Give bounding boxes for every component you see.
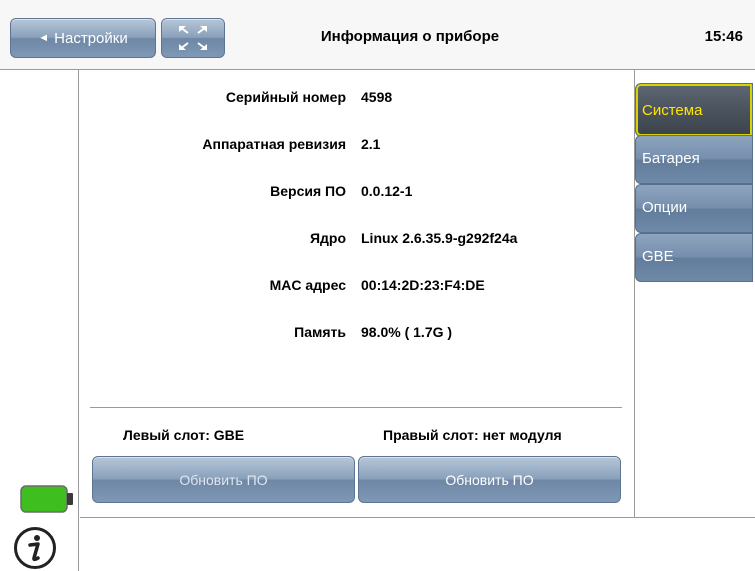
info-label: MAC адрес xyxy=(269,277,346,293)
update-left-button[interactable]: Обновить ПО xyxy=(92,456,355,503)
back-button-label: Настройки xyxy=(54,29,128,47)
info-row-mac: MAC адрес 00:14:2D:23:F4:DE xyxy=(80,277,634,297)
info-label: Память xyxy=(294,324,346,340)
divider xyxy=(90,407,622,408)
info-value: 2.1 xyxy=(361,136,381,152)
device-info-panel: Серийный номер 4598 Аппаратная ревизия 2… xyxy=(80,70,634,517)
tab-system[interactable]: Система xyxy=(635,83,753,137)
info-row-memory: Память 98.0% ( 1.7G ) xyxy=(80,324,634,344)
info-label: Серийный номер xyxy=(225,89,346,105)
info-value: Linux 2.6.35.9-g292f24a xyxy=(361,230,518,246)
info-label: Аппаратная ревизия xyxy=(202,136,346,152)
info-row-kernel: Ядро Linux 2.6.35.9-g292f24a xyxy=(80,230,634,250)
header-bar: ◄ Настройки Информация о приборе 15:46 xyxy=(0,0,755,70)
info-value: 4598 xyxy=(361,89,393,105)
info-row-fw-version: Версия ПО 0.0.12-1 xyxy=(80,183,634,203)
info-row-serial: Серийный номер 4598 xyxy=(80,89,634,109)
info-label: Версия ПО xyxy=(270,183,346,199)
update-right-button[interactable]: Обновить ПО xyxy=(358,456,621,503)
right-slot-status: Правый слот: нет модуля xyxy=(383,427,562,443)
clock: 15:46 xyxy=(704,28,743,45)
left-status-column xyxy=(0,70,79,571)
expand-button[interactable] xyxy=(161,18,225,58)
back-arrow-icon: ◄ xyxy=(38,32,50,44)
page-title: Информация о приборе xyxy=(320,28,500,45)
info-value: 98.0% ( 1.7G ) xyxy=(361,324,453,340)
tab-battery[interactable]: Батарея xyxy=(635,135,753,184)
back-button[interactable]: ◄ Настройки xyxy=(10,18,156,58)
expand-icon xyxy=(179,26,207,50)
info-label: Ядро xyxy=(309,230,346,246)
tab-options[interactable]: Опции xyxy=(635,184,753,233)
left-slot-status: Левый слот: GBE xyxy=(123,427,245,443)
battery-icon xyxy=(20,485,73,513)
bottom-divider xyxy=(80,517,755,518)
info-value: 00:14:2D:23:F4:DE xyxy=(361,277,485,293)
info-row-hw-revision: Аппаратная ревизия 2.1 xyxy=(80,136,634,156)
tab-gbe[interactable]: GBE xyxy=(635,233,753,282)
info-value: 0.0.12-1 xyxy=(361,183,413,199)
info-icon[interactable] xyxy=(13,526,57,570)
side-tabs: Система Батарея Опции GBE xyxy=(634,70,755,517)
